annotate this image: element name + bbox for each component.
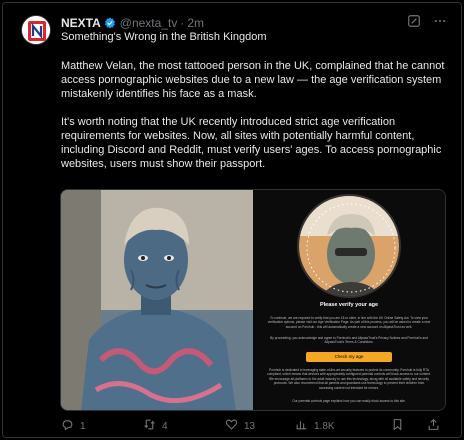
selfie-portrait — [297, 194, 401, 298]
verify-text-3: Pornhub is dedicated to leveraging state… — [267, 368, 431, 390]
bookmark-icon — [391, 418, 404, 434]
tweet-actions: 1 4 13 1.8K — [61, 418, 451, 434]
media-grid[interactable]: Please verify your age To continue, we a… — [60, 189, 446, 411]
reply-button[interactable]: 1 — [61, 418, 86, 434]
age-verification-screenshot[interactable]: Please verify your age To continue, we a… — [253, 190, 445, 410]
top-actions — [407, 14, 447, 28]
tweet-paragraph-1: Matthew Velan, the most tattooed person … — [61, 60, 445, 100]
reply-icon — [61, 418, 74, 434]
views-icon — [295, 418, 308, 434]
tweet-paragraph-2: It's worth noting that the UK recently i… — [61, 116, 442, 170]
tweet-card[interactable]: NEXTA @nexta_tv · 2m Something's Wrong i… — [2, 2, 462, 438]
retweet-count: 4 — [162, 420, 168, 432]
avatar[interactable] — [21, 15, 51, 45]
bookmark-button[interactable] — [391, 418, 404, 434]
tattooed-man-photo[interactable] — [61, 190, 253, 410]
retweet-button[interactable]: 4 — [143, 418, 168, 434]
like-icon — [225, 418, 238, 434]
tweet-headline: Something's Wrong in the British Kingdom — [61, 31, 267, 43]
retweet-icon — [143, 418, 156, 434]
nexta-logo-icon — [22, 16, 50, 44]
share-icon — [427, 418, 440, 434]
separator-dot: · — [180, 16, 185, 30]
verify-title: Please verify your age — [319, 302, 379, 308]
reply-count: 1 — [80, 420, 86, 432]
verified-badge-icon — [104, 17, 116, 29]
views-button[interactable]: 1.8K — [295, 418, 335, 434]
views-count: 1.8K — [314, 420, 335, 432]
author-name[interactable]: NEXTA — [61, 16, 101, 30]
tweet-body: Matthew Velan, the most tattooed person … — [61, 59, 453, 185]
tweet-header: NEXTA @nexta_tv · 2m — [61, 15, 204, 31]
check-age-button[interactable]: Check my age — [306, 352, 392, 362]
like-count: 13 — [244, 420, 256, 432]
verify-text-4: Our parental controls page explains how … — [292, 399, 406, 403]
timestamp[interactable]: 2m — [187, 16, 204, 30]
author-handle[interactable]: @nexta_tv — [120, 16, 178, 30]
grok-icon[interactable] — [407, 14, 421, 28]
verify-text-2: By proceeding, you acknowledge and agree… — [270, 336, 428, 345]
like-button[interactable]: 13 — [225, 418, 255, 434]
verify-text-1: To continue, we are required to verify t… — [267, 316, 431, 329]
more-icon[interactable] — [433, 14, 447, 28]
share-button[interactable] — [427, 418, 440, 434]
